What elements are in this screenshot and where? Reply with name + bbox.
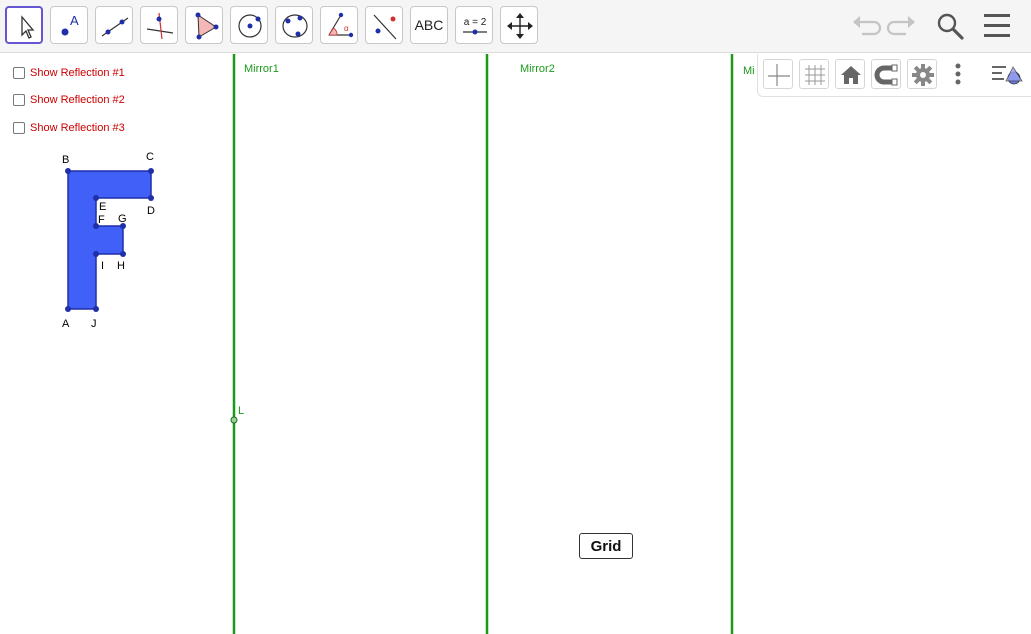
graphics-style-bar — [757, 54, 1031, 97]
vertex-d[interactable] — [148, 195, 154, 201]
angle-icon: α — [328, 12, 354, 38]
graphics-settings-button[interactable] — [907, 59, 937, 89]
vertex-label-a: A — [62, 318, 70, 330]
home-icon — [841, 66, 861, 84]
perpendicular-line-tool[interactable] — [140, 6, 178, 44]
vertex-label-i: I — [101, 260, 104, 272]
move-tool[interactable] — [5, 6, 43, 44]
magnet-icon — [874, 64, 898, 86]
vertex-label-c: C — [146, 151, 154, 163]
text-tool[interactable]: ABC — [410, 6, 448, 44]
checkbox-box[interactable] — [13, 67, 25, 79]
reflect-tool[interactable] — [365, 6, 403, 44]
vertex-label-h: H — [117, 260, 125, 272]
search-icon — [937, 13, 964, 40]
hamburger-menu-icon — [984, 14, 1010, 37]
vertex-f[interactable] — [93, 223, 99, 229]
vertex-i[interactable] — [93, 251, 99, 257]
more-options-button[interactable] — [950, 59, 966, 89]
style-bar-toggle-icon — [992, 66, 1023, 85]
checkbox-box[interactable] — [13, 122, 25, 134]
arrow-cursor-icon — [21, 15, 35, 39]
point-capturing-button[interactable] — [871, 59, 901, 89]
mirror1-label: Mirror1 — [244, 63, 279, 75]
conic-tool[interactable] — [275, 6, 313, 44]
redo-icon — [886, 16, 915, 36]
text-tool-label: ABC — [414, 17, 444, 33]
checkbox-show-reflection-3[interactable]: Show Reflection #3 — [13, 121, 125, 135]
toggle-style-bar-button[interactable] — [990, 59, 1026, 89]
vertex-a[interactable] — [65, 306, 71, 312]
more-vertical-icon — [955, 63, 961, 85]
vertex-label-d: D — [147, 205, 155, 217]
angle-tool[interactable]: α — [320, 6, 358, 44]
polygon-icon — [195, 12, 219, 40]
vertex-label-b: B — [62, 154, 69, 166]
vertex-c[interactable] — [148, 168, 154, 174]
vertex-label-e: E — [99, 201, 106, 213]
grid-button[interactable]: Grid — [579, 533, 633, 559]
vertex-b[interactable] — [65, 168, 71, 174]
polygon-tool[interactable] — [185, 6, 223, 44]
svg-text:A: A — [70, 13, 79, 28]
perpendicular-line-icon — [146, 12, 174, 40]
vertex-g[interactable] — [120, 223, 126, 229]
slider-icon: a = 2 — [463, 17, 487, 35]
move-graphics-view-tool[interactable] — [500, 6, 538, 44]
slider-tool-label: a = 2 — [464, 17, 487, 28]
vertex-label-g: G — [118, 213, 127, 225]
svg-text:α: α — [344, 24, 349, 33]
gear-icon — [912, 64, 934, 86]
vertex-h[interactable] — [120, 251, 126, 257]
point-l[interactable] — [230, 416, 238, 424]
checkbox-show-reflection-2[interactable]: Show Reflection #2 — [13, 93, 125, 107]
standard-view-button[interactable] — [835, 59, 865, 89]
line-icon — [101, 17, 129, 37]
undo-icon — [853, 16, 882, 36]
grid-icon — [805, 65, 825, 85]
main-menu-button[interactable] — [980, 8, 1016, 44]
circle-three-points-icon — [282, 14, 308, 38]
point-icon: A — [61, 13, 79, 36]
checkbox-box[interactable] — [13, 94, 25, 106]
vertex-label-f: F — [98, 214, 105, 226]
vertex-j[interactable] — [93, 306, 99, 312]
toggle-axes-button[interactable] — [763, 59, 793, 89]
point-tool[interactable]: A — [50, 6, 88, 44]
circle-tool[interactable] — [230, 6, 268, 44]
axes-icon — [768, 64, 790, 86]
redo-button[interactable] — [884, 8, 920, 44]
vertex-label-j: J — [91, 318, 97, 330]
toolbar: A α ABC a = 2 — [0, 0, 1031, 53]
point-l-label: L — [238, 405, 244, 417]
checkbox-label: Show Reflection #2 — [30, 94, 125, 106]
reflect-about-line-icon — [373, 14, 397, 40]
mirror3-label: Mi — [743, 65, 755, 77]
line-tool[interactable] — [95, 6, 133, 44]
checkbox-label: Show Reflection #1 — [30, 67, 125, 79]
undo-button[interactable] — [848, 8, 884, 44]
f-shape-polygon[interactable] — [67, 170, 152, 310]
slider-tool[interactable]: a = 2 — [455, 6, 493, 44]
checkbox-label: Show Reflection #3 — [30, 122, 125, 134]
toggle-grid-button[interactable] — [799, 59, 829, 89]
move-arrows-icon — [507, 13, 533, 39]
mirror2-label: Mirror2 — [520, 63, 555, 75]
vertex-e[interactable] — [93, 195, 99, 201]
checkbox-show-reflection-1[interactable]: Show Reflection #1 — [13, 66, 125, 80]
search-button[interactable] — [932, 8, 968, 44]
circle-center-point-icon — [238, 14, 262, 38]
